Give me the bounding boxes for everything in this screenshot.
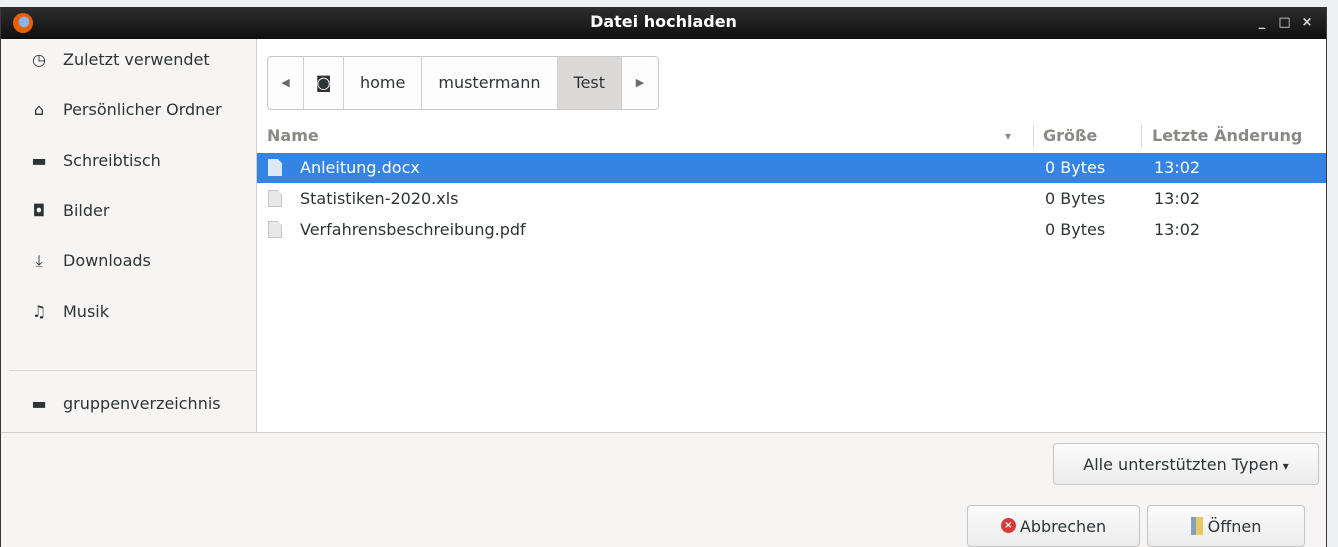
sidebar-item-label: Persönlicher Ordner <box>63 100 222 119</box>
title-bar[interactable]: Datei hochladen _ □ × <box>1 7 1326 39</box>
path-segment-test[interactable]: Test <box>557 57 623 109</box>
path-back-arrow[interactable]: ◀ <box>268 57 304 109</box>
close-button[interactable]: × <box>1298 7 1316 39</box>
open-label: Öffnen <box>1207 517 1262 536</box>
sort-indicator-icon[interactable]: ▾ <box>1005 121 1011 151</box>
document-icon <box>268 221 282 238</box>
home-icon: ⌂ <box>33 100 45 119</box>
folder-icon: ▬ <box>31 394 47 413</box>
column-header-name[interactable]: Name <box>267 121 319 151</box>
open-icon <box>1190 516 1203 535</box>
document-icon <box>268 190 282 207</box>
file-size: 0 Bytes <box>1045 158 1106 177</box>
sidebar-item-label: Downloads <box>63 251 151 270</box>
maximize-button[interactable]: □ <box>1275 7 1293 39</box>
file-name: Verfahrensbeschreibung.pdf <box>300 220 526 239</box>
file-list: Name ▾ Größe Letzte Änderung Anleitung.d… <box>257 121 1326 432</box>
filter-label: Alle unterstützten Typen <box>1083 455 1279 474</box>
cancel-button[interactable]: × Abbrechen <box>967 505 1140 547</box>
file-type-filter-dropdown[interactable]: Alle unterstützten Typen ▾ <box>1053 443 1319 485</box>
column-header-modified[interactable]: Letzte Änderung <box>1152 121 1302 151</box>
column-header-size[interactable]: Größe <box>1043 121 1097 151</box>
camera-icon: ◘ <box>32 201 46 220</box>
file-chooser-dialog: Datei hochladen _ □ × ◷ Zuletzt verwende… <box>0 7 1327 547</box>
path-segment-mustermann[interactable]: mustermann <box>422 57 558 109</box>
sidebar-item-home[interactable]: ⌂ Persönlicher Ordner <box>1 90 256 130</box>
music-icon: ♫ <box>31 302 47 321</box>
file-modified: 13:02 <box>1154 220 1201 239</box>
path-forward-arrow[interactable]: ▶ <box>622 57 658 109</box>
chevron-down-icon: ▾ <box>1282 459 1289 473</box>
places-sidebar: ◷ Zuletzt verwendet ⌂ Persönlicher Ordne… <box>1 39 257 432</box>
sidebar-item-pictures[interactable]: ◘ Bilder <box>1 191 256 231</box>
path-segment-home[interactable]: home <box>344 57 423 109</box>
sidebar-item-label: Bilder <box>63 201 110 220</box>
sidebar-item-music[interactable]: ♫ Musik <box>1 292 256 332</box>
sidebar-item-label: gruppenverzeichnis <box>63 394 221 413</box>
column-divider <box>1033 125 1034 147</box>
path-bar: ◀ ◙ home mustermann Test ▶ <box>267 56 660 110</box>
file-size: 0 Bytes <box>1045 220 1106 239</box>
sidebar-divider <box>9 370 256 371</box>
open-button[interactable]: Öffnen <box>1147 505 1305 547</box>
sidebar-item-label: Musik <box>63 302 109 321</box>
file-row[interactable]: Verfahrensbeschreibung.pdf 0 Bytes 13:02 <box>257 215 1326 245</box>
file-row[interactable]: Anleitung.docx 0 Bytes 13:02 <box>257 153 1326 183</box>
sidebar-item-downloads[interactable]: ⤓ Downloads <box>1 241 256 281</box>
clock-icon: ◷ <box>32 50 46 69</box>
sidebar-item-desktop[interactable]: ▬ Schreibtisch <box>1 141 256 181</box>
sidebar-item-label: Zuletzt verwendet <box>63 50 210 69</box>
document-icon <box>268 159 282 176</box>
file-name: Anleitung.docx <box>300 158 420 177</box>
column-divider <box>1141 125 1142 147</box>
sidebar-item-gruppenverzeichnis[interactable]: ▬ gruppenverzeichnis <box>1 384 256 424</box>
sidebar-item-label: Schreibtisch <box>63 151 161 170</box>
file-name: Statistiken-2020.xls <box>300 189 459 208</box>
minimize-button[interactable]: _ <box>1253 7 1271 39</box>
window-title: Datei hochladen <box>590 12 737 31</box>
file-modified: 13:02 <box>1154 189 1201 208</box>
cancel-label: Abbrechen <box>1019 517 1107 536</box>
dialog-action-area: Alle unterstützten Typen ▾ × Abbrechen Öff… <box>1 432 1326 547</box>
file-size: 0 Bytes <box>1045 189 1106 208</box>
disk-icon[interactable]: ◙ <box>304 57 344 109</box>
sidebar-item-recent[interactable]: ◷ Zuletzt verwendet <box>1 40 256 80</box>
file-row[interactable]: Statistiken-2020.xls 0 Bytes 13:02 <box>257 184 1326 214</box>
download-icon: ⤓ <box>35 251 43 270</box>
window-controls: _ □ × <box>1253 7 1316 39</box>
file-modified: 13:02 <box>1154 158 1201 177</box>
folder-icon: ▬ <box>31 151 47 170</box>
cancel-icon: × <box>1000 518 1016 533</box>
